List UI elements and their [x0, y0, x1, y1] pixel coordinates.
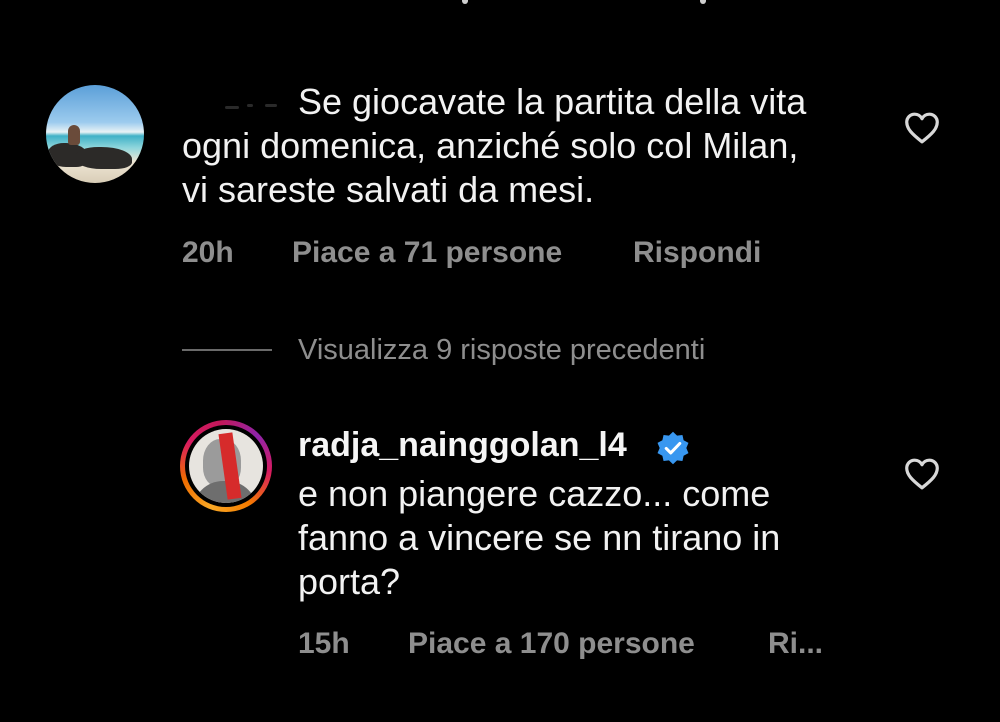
- avatar[interactable]: [46, 85, 144, 183]
- avatar-person: [68, 125, 80, 145]
- comment-text: Se giocavate la partita della vita ogni d…: [182, 81, 807, 210]
- previous-comment-cutoff: [0, 0, 1000, 12]
- verified-badge-icon: [657, 431, 689, 465]
- heart-outline-icon[interactable]: [904, 112, 940, 144]
- likes-count-link[interactable]: Piace a 170 persone: [408, 627, 695, 661]
- avatar-ring-gap: [185, 425, 267, 507]
- story-ring-avatar[interactable]: [180, 420, 272, 512]
- avatar-rock: [76, 147, 132, 169]
- reply-button[interactable]: Ri...: [768, 627, 823, 661]
- comment-time: 20h: [182, 236, 234, 269]
- likes-count-link[interactable]: Piace a 71 persone: [292, 236, 562, 270]
- comment-time: 15h: [298, 627, 350, 660]
- view-previous-replies[interactable]: Visualizza 9 risposte precedenti: [182, 330, 705, 370]
- comment-username[interactable]: radja_nainggolan_l4: [298, 426, 627, 465]
- comment-text: e non piangere cazzo... come fanno a vinc…: [298, 473, 781, 602]
- view-previous-replies-label: Visualizza 9 risposte precedenti: [298, 333, 706, 366]
- replies-divider-line: [182, 349, 272, 351]
- avatar: [189, 429, 263, 503]
- cut-text-fragment: [462, 0, 468, 4]
- cut-text-fragment: [700, 0, 706, 4]
- heart-outline-icon[interactable]: [904, 458, 940, 490]
- reply-button[interactable]: Rispondi: [633, 236, 761, 270]
